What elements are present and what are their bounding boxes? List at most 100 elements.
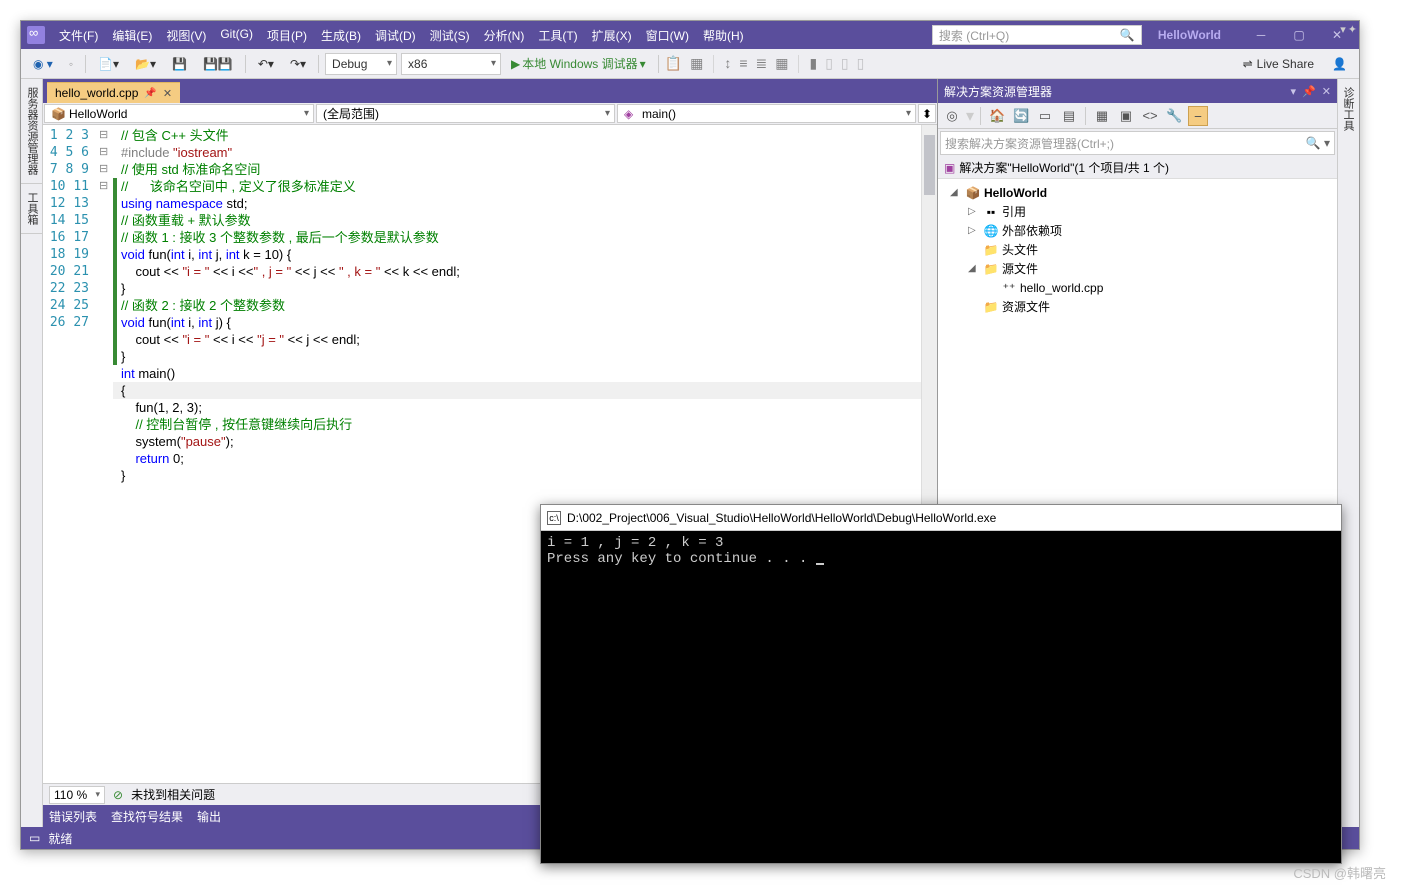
et-wrench-icon[interactable]: 🔧: [1164, 106, 1184, 126]
tab-controls: ▾✦: [1340, 23, 1357, 36]
nav-scope2-dropdown[interactable]: (全局范围): [316, 104, 615, 123]
maximize-button[interactable]: ▢: [1283, 25, 1315, 45]
menu-item[interactable]: 工具(T): [532, 23, 583, 48]
nav-fwd-button[interactable]: ◦: [63, 55, 79, 73]
tree-node[interactable]: ▷▪▪引用: [938, 202, 1337, 221]
minimize-button[interactable]: ─: [1245, 25, 1277, 45]
console-title-bar[interactable]: c:\ D:\002_Project\006_Visual_Studio\Hel…: [541, 505, 1341, 531]
tree-node[interactable]: 📁资源文件: [938, 297, 1337, 316]
start-debug-button[interactable]: ▶ 本地 Windows 调试器 ▾: [505, 53, 652, 74]
console-title-label: D:\002_Project\006_Visual_Studio\HelloWo…: [567, 511, 996, 525]
nav-back-button[interactable]: ◉ ▾: [27, 55, 59, 73]
tb-icon[interactable]: ▦: [690, 55, 703, 73]
tb-icon[interactable]: ▯: [857, 55, 865, 73]
explorer-title-bar: 解决方案资源管理器 ▾📌✕: [938, 79, 1337, 103]
issues-label: 未找到相关问题: [131, 786, 215, 803]
et-home-icon[interactable]: 🏠: [987, 106, 1007, 126]
undo-button[interactable]: ↶▾: [252, 55, 280, 73]
file-tab[interactable]: hello_world.cpp 📌 ✕: [47, 82, 180, 103]
save-all-button[interactable]: 💾💾: [197, 55, 239, 73]
et-btn-icon[interactable]: ▣: [1116, 106, 1136, 126]
tb-icon[interactable]: ▯: [825, 55, 833, 73]
et-btn-icon[interactable]: ▦: [1092, 106, 1112, 126]
open-button[interactable]: 📂▾: [129, 55, 162, 73]
menu-item[interactable]: 生成(B): [315, 23, 367, 48]
bottom-tab[interactable]: 输出: [197, 808, 221, 825]
solution-row[interactable]: ▣解决方案"HelloWorld"(1 个项目/共 1 个): [938, 157, 1337, 179]
tab-strip: hello_world.cpp 📌 ✕ ▾✦: [43, 79, 937, 103]
menu-item[interactable]: 窗口(W): [640, 23, 695, 48]
close-tab-icon[interactable]: ✕: [163, 87, 172, 100]
console-icon: c:\: [547, 511, 561, 525]
search-placeholder: 搜索 (Ctrl+Q): [939, 27, 1009, 44]
toolbar-icons: 📋 ▦ ↕ ≡ ≣ ▦ ▮ ▯ ▯ ▯: [665, 55, 865, 73]
tb-icon[interactable]: ≡: [739, 55, 747, 73]
nav-func-dropdown[interactable]: ◈main(): [617, 104, 916, 123]
menu-item[interactable]: 编辑(E): [106, 23, 158, 48]
menu-item[interactable]: 帮助(H): [697, 23, 750, 48]
redo-button[interactable]: ↷▾: [284, 55, 312, 73]
console-body[interactable]: i = 1 , j = 2 , k = 3 Press any key to c…: [541, 531, 1341, 863]
file-tab-label: hello_world.cpp: [55, 86, 138, 100]
menu-item[interactable]: Git(G): [214, 23, 259, 48]
menu-item[interactable]: 测试(S): [424, 23, 476, 48]
status-label: 就绪: [48, 830, 72, 847]
menu-item[interactable]: 扩展(X): [586, 23, 638, 48]
et-sync-icon[interactable]: 🔄: [1011, 106, 1031, 126]
tree-node[interactable]: ⁺⁺hello_world.cpp: [938, 278, 1337, 297]
pin-icon[interactable]: 📌: [144, 88, 156, 99]
main-toolbar: ◉ ▾ ◦ 📄▾ 📂▾ 💾 💾💾 ↶▾ ↷▾ Debug x86 ▶ 本地 Wi…: [21, 49, 1359, 79]
search-box[interactable]: 搜索 (Ctrl+Q) 🔍: [932, 25, 1142, 45]
tb-icon[interactable]: ▦: [775, 55, 788, 73]
menu-item[interactable]: 分析(N): [478, 23, 531, 48]
menu-bar: 文件(F)编辑(E)视图(V)Git(G)项目(P)生成(B)调试(D)测试(S…: [53, 23, 932, 48]
left-side-tabs: 服务器资源管理器工具箱: [21, 79, 43, 827]
line-gutter: 1 2 3 4 5 6 7 8 9 10 11 12 13 14 15 16 1…: [43, 125, 99, 783]
fold-gutter: ⊟⊟⊟⊟: [99, 125, 113, 783]
nav-scope-dropdown[interactable]: 📦HelloWorld: [44, 104, 314, 123]
tree-node[interactable]: ◢📁源文件: [938, 259, 1337, 278]
search-icon: 🔍: [1120, 28, 1135, 42]
et-btn-icon[interactable]: ▭: [1035, 106, 1055, 126]
console-window: c:\ D:\002_Project\006_Visual_Studio\Hel…: [540, 504, 1342, 864]
et-code-icon[interactable]: <>: [1140, 106, 1160, 126]
tb-icon[interactable]: ↕: [724, 55, 731, 73]
project-name: HelloWorld: [1158, 28, 1221, 42]
admin-icon[interactable]: 👤: [1326, 57, 1353, 71]
et-active-icon[interactable]: ⎯: [1188, 106, 1208, 126]
status-icon: ▭: [29, 831, 40, 845]
ok-icon: ⊘: [113, 788, 123, 802]
window-buttons: ─ ▢ ✕: [1245, 25, 1353, 45]
tb-icon[interactable]: 📋: [665, 55, 682, 73]
et-btn-icon[interactable]: ▤: [1059, 106, 1079, 126]
split-icon[interactable]: ⬍: [918, 104, 936, 123]
new-button[interactable]: 📄▾: [92, 55, 125, 73]
tb-icon[interactable]: ≣: [756, 55, 768, 73]
diagnostics-tab[interactable]: 诊断工具: [1338, 79, 1358, 139]
explorer-search[interactable]: 搜索解决方案资源管理器(Ctrl+;) 🔍 ▾: [940, 131, 1335, 155]
tree-node[interactable]: 📁头文件: [938, 240, 1337, 259]
vs-logo-icon: [27, 26, 45, 44]
live-share-button[interactable]: ⇌ Live Share: [1235, 55, 1322, 73]
bottom-tab[interactable]: 查找符号结果: [111, 808, 183, 825]
et-back-icon[interactable]: ◎: [942, 106, 962, 126]
tree-node[interactable]: ▷🌐外部依赖项: [938, 221, 1337, 240]
menu-item[interactable]: 项目(P): [261, 23, 313, 48]
config-dropdown[interactable]: Debug: [325, 53, 397, 75]
side-tab[interactable]: 工具箱: [21, 184, 42, 234]
explorer-title-label: 解决方案资源管理器: [944, 83, 1052, 100]
watermark: CSDN @韩曙亮: [1293, 863, 1386, 882]
menu-item[interactable]: 调试(D): [369, 23, 422, 48]
save-button[interactable]: 💾: [166, 55, 193, 73]
title-bar: 文件(F)编辑(E)视图(V)Git(G)项目(P)生成(B)调试(D)测试(S…: [21, 21, 1359, 49]
bottom-tab[interactable]: 错误列表: [49, 808, 97, 825]
menu-item[interactable]: 视图(V): [160, 23, 212, 48]
platform-dropdown[interactable]: x86: [401, 53, 501, 75]
tb-icon[interactable]: ▯: [841, 55, 849, 73]
tree-node[interactable]: ◢📦HelloWorld: [938, 183, 1337, 202]
tb-icon[interactable]: ▮: [809, 55, 817, 73]
zoom-dropdown[interactable]: 110 %: [49, 786, 105, 804]
menu-item[interactable]: 文件(F): [53, 23, 104, 48]
side-tab[interactable]: 服务器资源管理器: [21, 79, 42, 184]
explorer-toolbar: ◎ ▾ 🏠 🔄 ▭ ▤ ▦ ▣ <> 🔧 ⎯: [938, 103, 1337, 129]
